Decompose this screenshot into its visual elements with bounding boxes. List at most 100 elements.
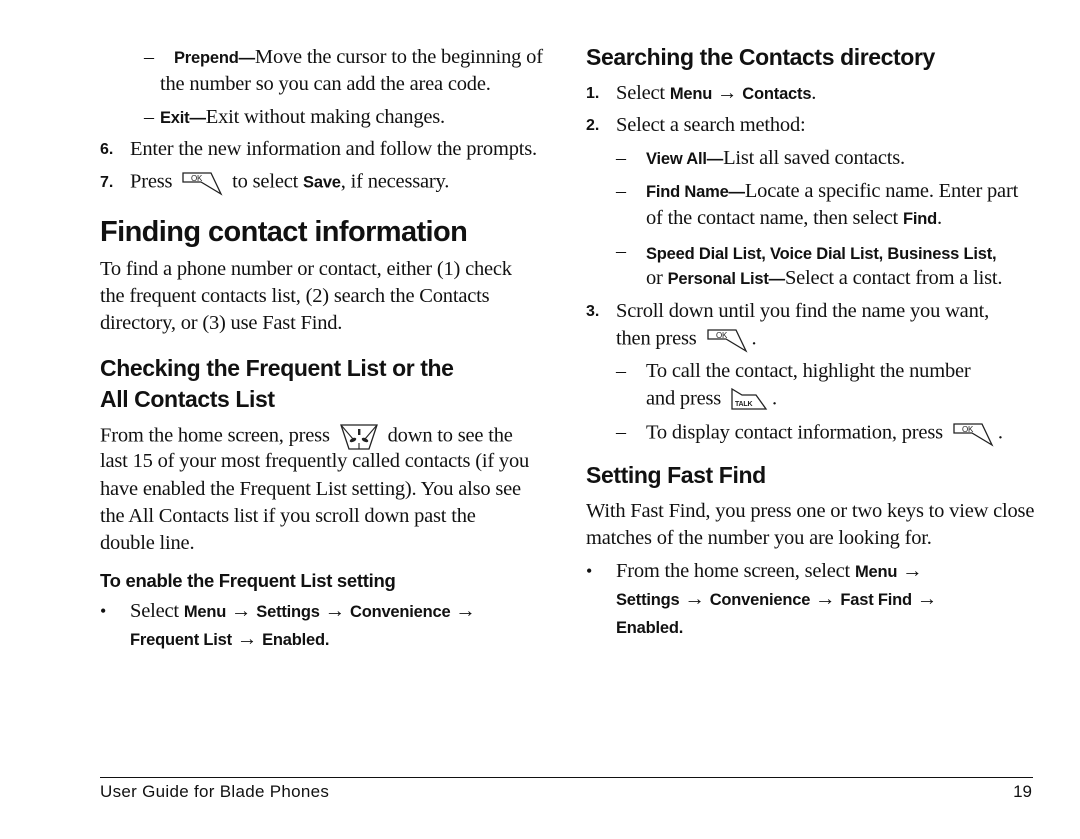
step-number: 3. — [586, 303, 600, 320]
path-fast-find: Fast Find — [840, 591, 912, 609]
method-view-all: View All—List all saved contacts. — [646, 147, 905, 170]
dash-bullet: – — [616, 421, 626, 443]
footer-divider — [100, 777, 1033, 778]
prepend-text: Move the cursor to the beginning of — [254, 46, 543, 68]
frequent-para-after: down to see the — [387, 424, 513, 447]
period: . — [324, 631, 330, 649]
arrow: → — [455, 600, 476, 622]
step6-text: Enter the new information and follow the… — [130, 138, 537, 160]
select-word: Select — [616, 82, 665, 104]
period: . — [751, 327, 757, 350]
subsection-title-frequent-list: Checking the Frequent List or the — [100, 355, 454, 381]
frequent-para-line1: From the home screen, press down to see … — [100, 423, 513, 451]
dash-bullet: – — [144, 46, 154, 68]
bullet: • — [586, 561, 593, 581]
find-name-term: Find Name— — [646, 183, 745, 201]
procedure-title-enable-frequent: To enable the Frequent List setting — [100, 570, 396, 591]
prepend-term: Prepend— — [174, 49, 255, 67]
talk-key-icon: TALK — [731, 387, 768, 410]
dash-bullet: – — [616, 180, 626, 202]
arrow: → — [815, 588, 836, 610]
ok-key-icon: OK — [182, 172, 223, 196]
sub-display-text: To display contact information, press OK… — [646, 421, 1003, 447]
step-number: 1. — [586, 85, 600, 102]
sub-call-line2: and press TALK . — [646, 387, 777, 413]
svg-text:OK: OK — [962, 425, 974, 434]
exit-term: Exit— — [160, 109, 206, 127]
fastfind-bullet-line3: Enabled. — [616, 616, 683, 639]
path-enabled: Enabled — [616, 619, 679, 637]
find-term: Find — [902, 210, 937, 228]
prepend-item: Prepend—Move the cursor to the beginning… — [174, 46, 543, 69]
view-all-term: View All— — [646, 150, 724, 168]
step-number: 7. — [100, 174, 114, 191]
period: . — [772, 387, 777, 410]
intro-line: To find a phone number or contact, eithe… — [100, 258, 512, 280]
path-frequent-list: Frequent List — [130, 631, 232, 649]
dash-bullet: – — [616, 240, 626, 262]
method-find-name-line2: of the contact name, then select Find. — [646, 207, 942, 230]
personal-list-term: Personal List— — [667, 270, 786, 288]
step7-before: Press — [130, 170, 173, 193]
footer-title: User Guide for Blade Phones — [100, 782, 330, 801]
path-menu: Menu — [669, 85, 713, 103]
fastfind-bullet-line2: Settings → Convenience → Fast Find → — [616, 588, 937, 611]
fastfind-line: With Fast Find, you press one or two key… — [586, 500, 1035, 522]
period: . — [997, 421, 1003, 444]
fastfind-bullet-text: From the home screen, select — [616, 560, 851, 582]
exit-item: Exit—Exit without making changes. — [160, 106, 445, 129]
frequent-para-line: have enabled the Frequent List setting).… — [100, 478, 521, 500]
fastfind-bullet-line1: From the home screen, select Menu → — [616, 560, 923, 583]
method-lists-line2: or Personal List—Select a contact from a… — [646, 267, 1002, 290]
display-text: To display contact information, press — [646, 421, 943, 444]
or-word: or — [646, 267, 663, 289]
view-all-text: List all saved contacts. — [723, 147, 905, 169]
path-enabled: Enabled — [262, 631, 325, 649]
step-number: 6. — [100, 141, 114, 158]
path-menu: Menu — [855, 563, 898, 581]
method-lists: Speed Dial List, Voice Dial List, Busine… — [646, 242, 997, 265]
step-number: 2. — [586, 117, 600, 134]
intro-line: the frequent contacts list, (2) search t… — [100, 285, 490, 307]
step7-end: , if necessary. — [340, 170, 450, 193]
navigation-key-icon — [339, 424, 378, 450]
method-find-name: Find Name—Locate a specific name. Enter … — [646, 180, 1018, 203]
ok-key-icon: OK — [706, 329, 748, 353]
frequent-para-before: From the home screen, press — [100, 424, 330, 447]
select-word: Select — [130, 600, 179, 622]
frequent-para-line: double line. — [100, 532, 195, 554]
save-term: Save — [303, 173, 341, 192]
sub-call-text: To call the contact, highlight the numbe… — [646, 360, 971, 382]
ok-key-icon: OK — [953, 423, 994, 447]
procedure-path-line1: Select Menu → Settings → Convenience → — [130, 600, 476, 623]
bullet: • — [100, 601, 107, 621]
dash-bullet: – — [616, 360, 626, 382]
fastfind-line: matches of the number you are looking fo… — [586, 527, 932, 549]
path-menu: Menu — [183, 603, 227, 621]
intro-line: directory, or (3) use Fast Find. — [100, 312, 343, 334]
period: . — [936, 207, 942, 229]
frequent-para-line: last 15 of your most frequently called c… — [100, 450, 530, 472]
exit-text: Exit without making changes. — [205, 106, 445, 128]
find-name-text-line2: of the contact name, then select — [646, 207, 899, 229]
find-name-text: Locate a specific name. Enter part — [744, 180, 1019, 202]
svg-text:TALK: TALK — [735, 401, 752, 408]
step3-text: Scroll down until you find the name you … — [616, 300, 990, 322]
path-convenience: Convenience — [349, 603, 451, 621]
period: . — [678, 619, 684, 637]
section-title-finding-contact: Finding contact information — [100, 216, 468, 248]
section-title-searching-contacts: Searching the Contacts directory — [586, 44, 935, 70]
path-contacts: Contacts — [742, 85, 812, 103]
period: . — [811, 82, 817, 104]
arrow: → — [324, 600, 346, 622]
step3-line2: then press OK . — [616, 327, 757, 353]
lists-text: Select a contact from a list. — [784, 267, 1003, 289]
arrow: → — [236, 628, 258, 650]
svg-text:OK: OK — [716, 331, 728, 340]
arrow: → — [231, 600, 252, 622]
prepend-text-line2: the number so you can add the area code. — [160, 73, 491, 95]
arrow: → — [902, 560, 923, 582]
arrow: → — [717, 82, 738, 104]
path-settings: Settings — [256, 603, 320, 621]
svg-text:OK: OK — [191, 174, 203, 183]
